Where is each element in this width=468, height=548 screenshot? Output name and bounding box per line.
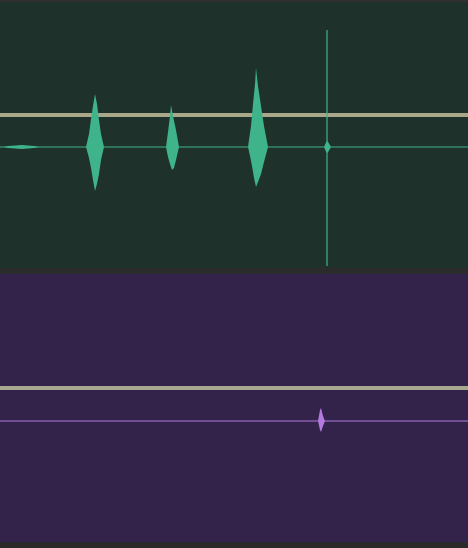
waveform-burst-3: [248, 68, 268, 187]
bottom-border: [0, 542, 468, 548]
waveform-burst-1: [86, 94, 104, 191]
audio-editor: [0, 0, 468, 548]
track-1-waveform: [0, 30, 468, 266]
audio-track-2[interactable]: [0, 274, 468, 542]
waveform-blip-1: [0, 145, 44, 149]
waveform-blip-2: [318, 408, 325, 432]
audio-track-1[interactable]: [0, 2, 468, 268]
waveform-spike-base: [324, 140, 331, 154]
waveform-burst-2: [166, 105, 179, 170]
track-2-waveform: [0, 408, 468, 432]
